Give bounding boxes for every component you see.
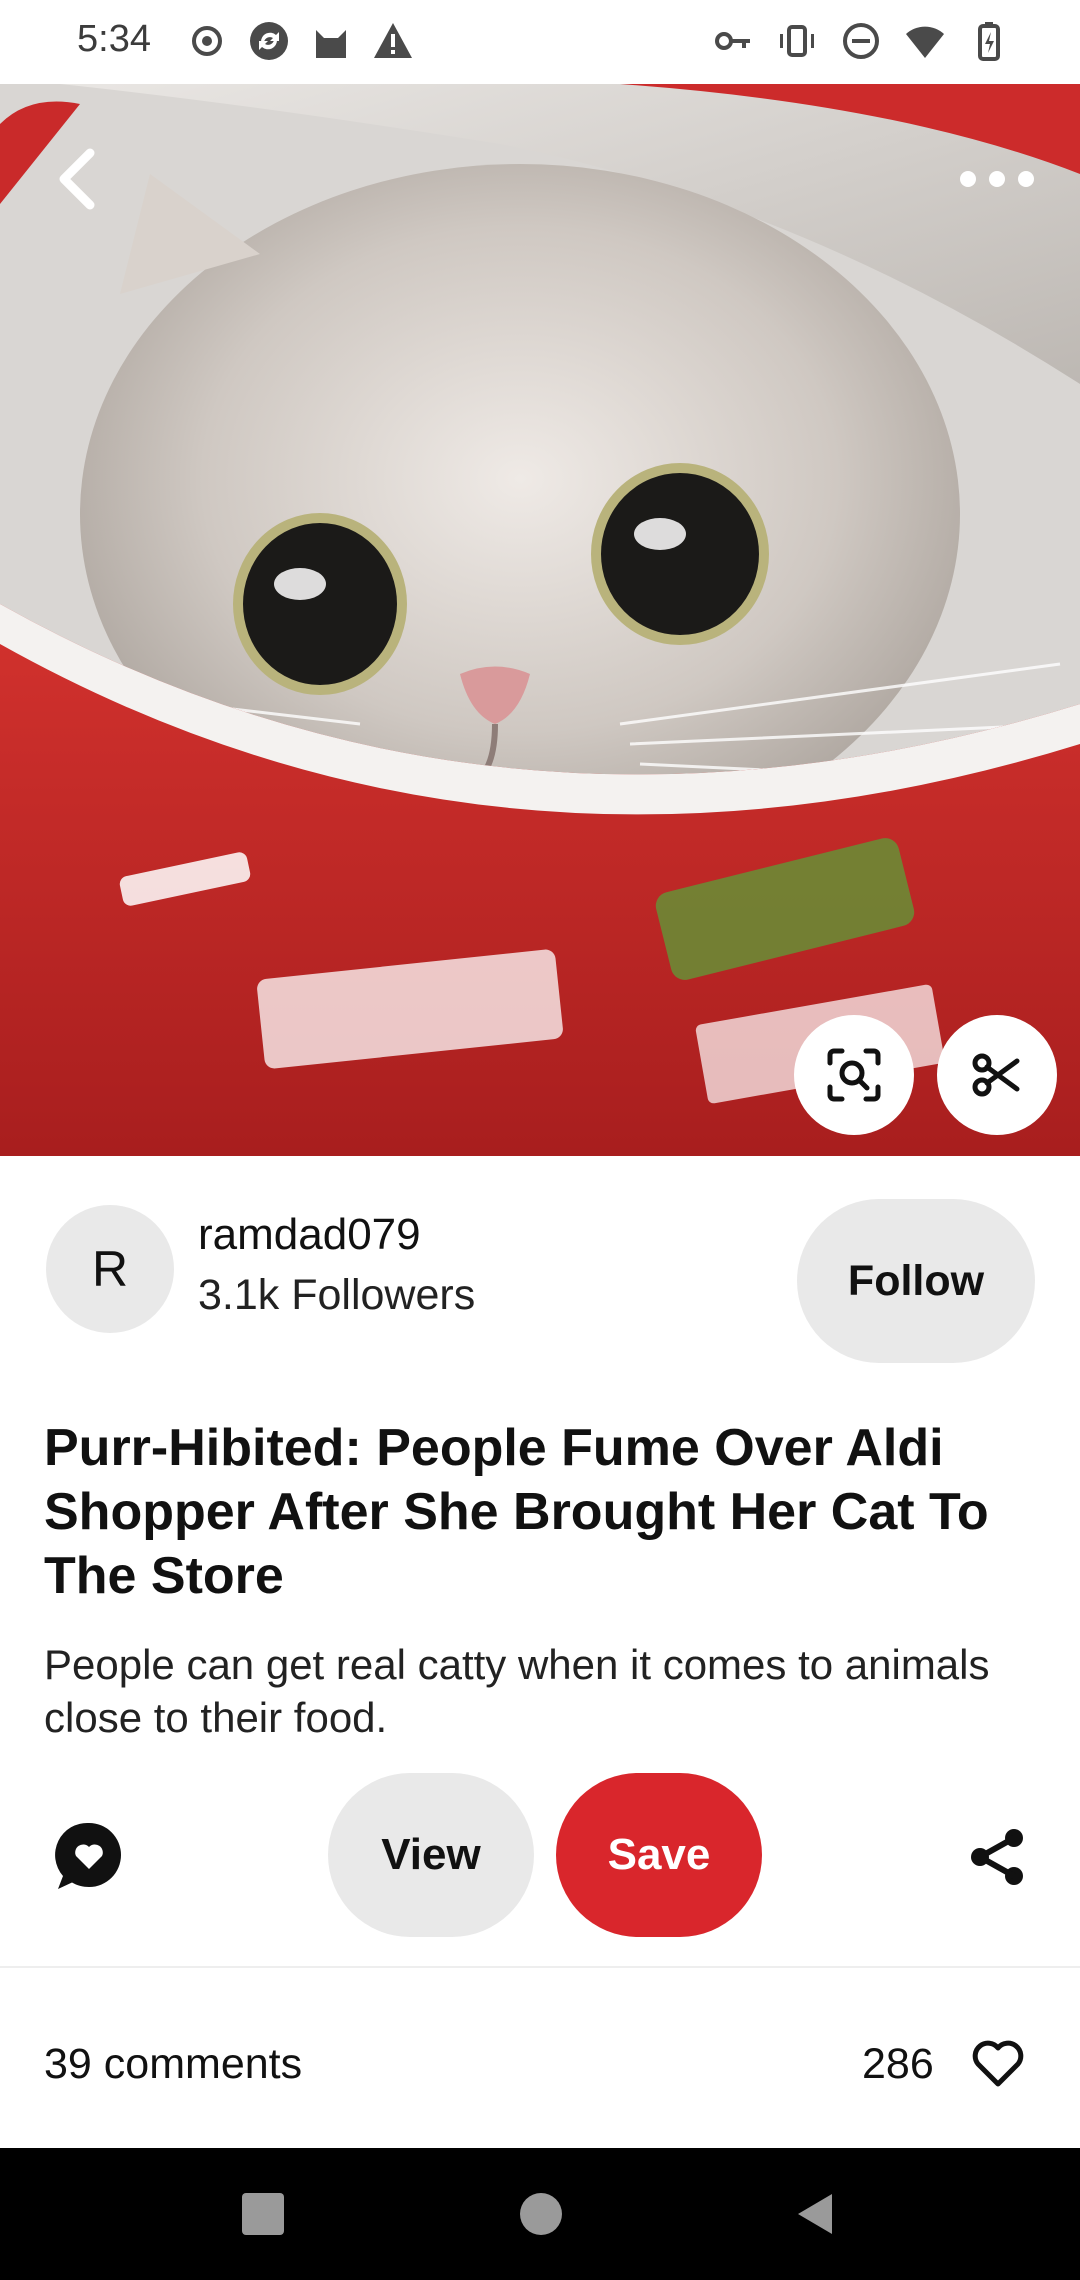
heart-outline-icon[interactable] xyxy=(970,2034,1026,2090)
recents-button[interactable] xyxy=(242,2193,284,2235)
back-button[interactable] xyxy=(40,139,120,219)
do-not-disturb-icon xyxy=(843,23,879,59)
divider xyxy=(0,1966,1080,1968)
status-left-icons xyxy=(186,20,414,62)
home-button[interactable] xyxy=(520,2193,562,2235)
creator-username[interactable]: ramdad079 xyxy=(198,1210,421,1260)
avatar[interactable]: R xyxy=(46,1205,174,1333)
follow-button[interactable]: Follow xyxy=(797,1199,1035,1363)
likes-count: 286 xyxy=(862,2040,934,2088)
cat-in-noodle-cup-image xyxy=(0,84,1080,1156)
visual-search-icon xyxy=(827,1048,881,1102)
status-right-icons xyxy=(712,20,1010,62)
key-icon xyxy=(715,32,750,50)
system-back-button[interactable] xyxy=(792,2190,840,2238)
view-button[interactable]: View xyxy=(328,1773,534,1937)
sync-icon xyxy=(250,22,288,60)
system-navigation-bar xyxy=(0,2148,1080,2280)
alert-icon xyxy=(374,23,412,58)
record-icon xyxy=(192,26,222,56)
pin-title: Purr-Hibited: People Fume Over Aldi Shop… xyxy=(44,1419,989,1605)
save-button[interactable]: Save xyxy=(556,1773,762,1937)
wifi-icon xyxy=(906,26,944,58)
share-icon[interactable] xyxy=(966,1826,1028,1888)
creator-row: R ramdad079 3.1k Followers Follow xyxy=(0,1196,1080,1363)
status-time: 5:34 xyxy=(77,18,151,60)
battery-icon xyxy=(978,22,1000,61)
creator-followers: 3.1k Followers xyxy=(198,1271,476,1319)
pin-description: People can get real catty when it comes … xyxy=(44,1641,990,1741)
vibrate-icon xyxy=(780,25,814,57)
pin-image[interactable] xyxy=(0,84,1080,1156)
status-bar: 5:34 xyxy=(0,0,1080,84)
cutout-button[interactable] xyxy=(937,1015,1057,1135)
visual-search-button[interactable] xyxy=(794,1015,914,1135)
comment-heart-icon[interactable] xyxy=(52,1819,126,1893)
more-options-button[interactable] xyxy=(950,154,1045,204)
cat-icon xyxy=(316,30,346,58)
comments-count[interactable]: 39 comments xyxy=(44,2040,302,2089)
scissors-icon xyxy=(972,1053,1020,1097)
